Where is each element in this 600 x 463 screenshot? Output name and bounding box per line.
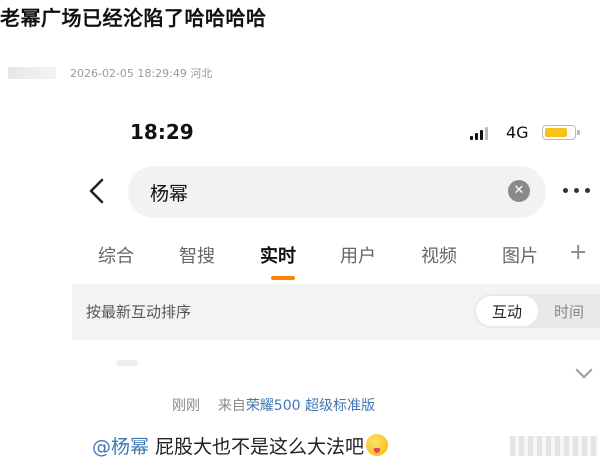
clear-icon[interactable]: ✕ bbox=[508, 180, 530, 202]
sort-option-interaction[interactable]: 互动 bbox=[492, 301, 522, 322]
post-timestamp: 2026-02-05 18:29:49 河北 bbox=[70, 67, 213, 80]
network-label: 4G bbox=[506, 123, 529, 142]
post-title: 老幂广场已经沦陷了哈哈哈哈 bbox=[0, 6, 267, 30]
more-button[interactable] bbox=[563, 182, 597, 198]
chevron-left-icon bbox=[89, 178, 104, 204]
back-button[interactable] bbox=[82, 176, 112, 206]
tab-bar: 综合 智搜 实时 用户 视频 图片 bbox=[72, 238, 600, 278]
more-dots-icon bbox=[563, 187, 568, 193]
post-meta: 2026-02-05 18:29:49 河北 bbox=[8, 64, 212, 82]
sort-bar: 按最新互动排序 互动 时间 bbox=[72, 284, 600, 340]
tab-comprehensive[interactable]: 综合 bbox=[98, 242, 134, 268]
tab-realtime[interactable]: 实时 bbox=[260, 242, 296, 268]
sort-toggle: 互动 时间 bbox=[474, 294, 600, 328]
chevron-down-icon[interactable] bbox=[575, 361, 593, 379]
post-source: 刚刚 来自荣耀500 超级标准版 bbox=[172, 395, 375, 415]
active-tab-indicator bbox=[271, 276, 295, 280]
add-tab-icon[interactable]: + bbox=[569, 240, 587, 265]
status-bar: 18:29 4G bbox=[72, 96, 600, 168]
avatar bbox=[116, 360, 138, 366]
tab-videos[interactable]: 视频 bbox=[421, 242, 457, 268]
tab-users[interactable]: 用户 bbox=[340, 242, 376, 268]
mention-link[interactable]: @杨幂 bbox=[92, 436, 149, 458]
avatar-placeholder bbox=[8, 67, 56, 79]
sort-option-time[interactable]: 时间 bbox=[554, 301, 584, 322]
tab-images[interactable]: 图片 bbox=[502, 242, 538, 268]
status-time: 18:29 bbox=[130, 120, 194, 144]
post-content: @杨幂 屁股大也不是这么大法吧 bbox=[92, 432, 389, 459]
search-input[interactable]: 杨幂 ✕ bbox=[128, 166, 546, 218]
from-prefix: 来自 bbox=[217, 398, 246, 414]
phone-screenshot: 18:29 4G 杨幂 ✕ 综合 智搜 实时 用户 视频 图片 + 按最新互动排… bbox=[72, 96, 600, 463]
tab-smart-search[interactable]: 智搜 bbox=[179, 242, 215, 268]
blurred-watermark bbox=[510, 436, 598, 456]
device-link[interactable]: 荣耀500 超级标准版 bbox=[246, 398, 375, 414]
signal-icon bbox=[470, 126, 496, 140]
drooling-emoji-icon bbox=[366, 434, 389, 456]
sort-label: 按最新互动排序 bbox=[86, 303, 192, 321]
post-body: 屁股大也不是这么大法吧 bbox=[149, 436, 365, 458]
search-query: 杨幂 bbox=[150, 183, 189, 205]
post-time: 刚刚 bbox=[172, 398, 200, 414]
battery-icon bbox=[542, 125, 580, 140]
feed-post[interactable]: 刚刚 来自荣耀500 超级标准版 @杨幂 屁股大也不是这么大法吧 bbox=[72, 348, 600, 463]
